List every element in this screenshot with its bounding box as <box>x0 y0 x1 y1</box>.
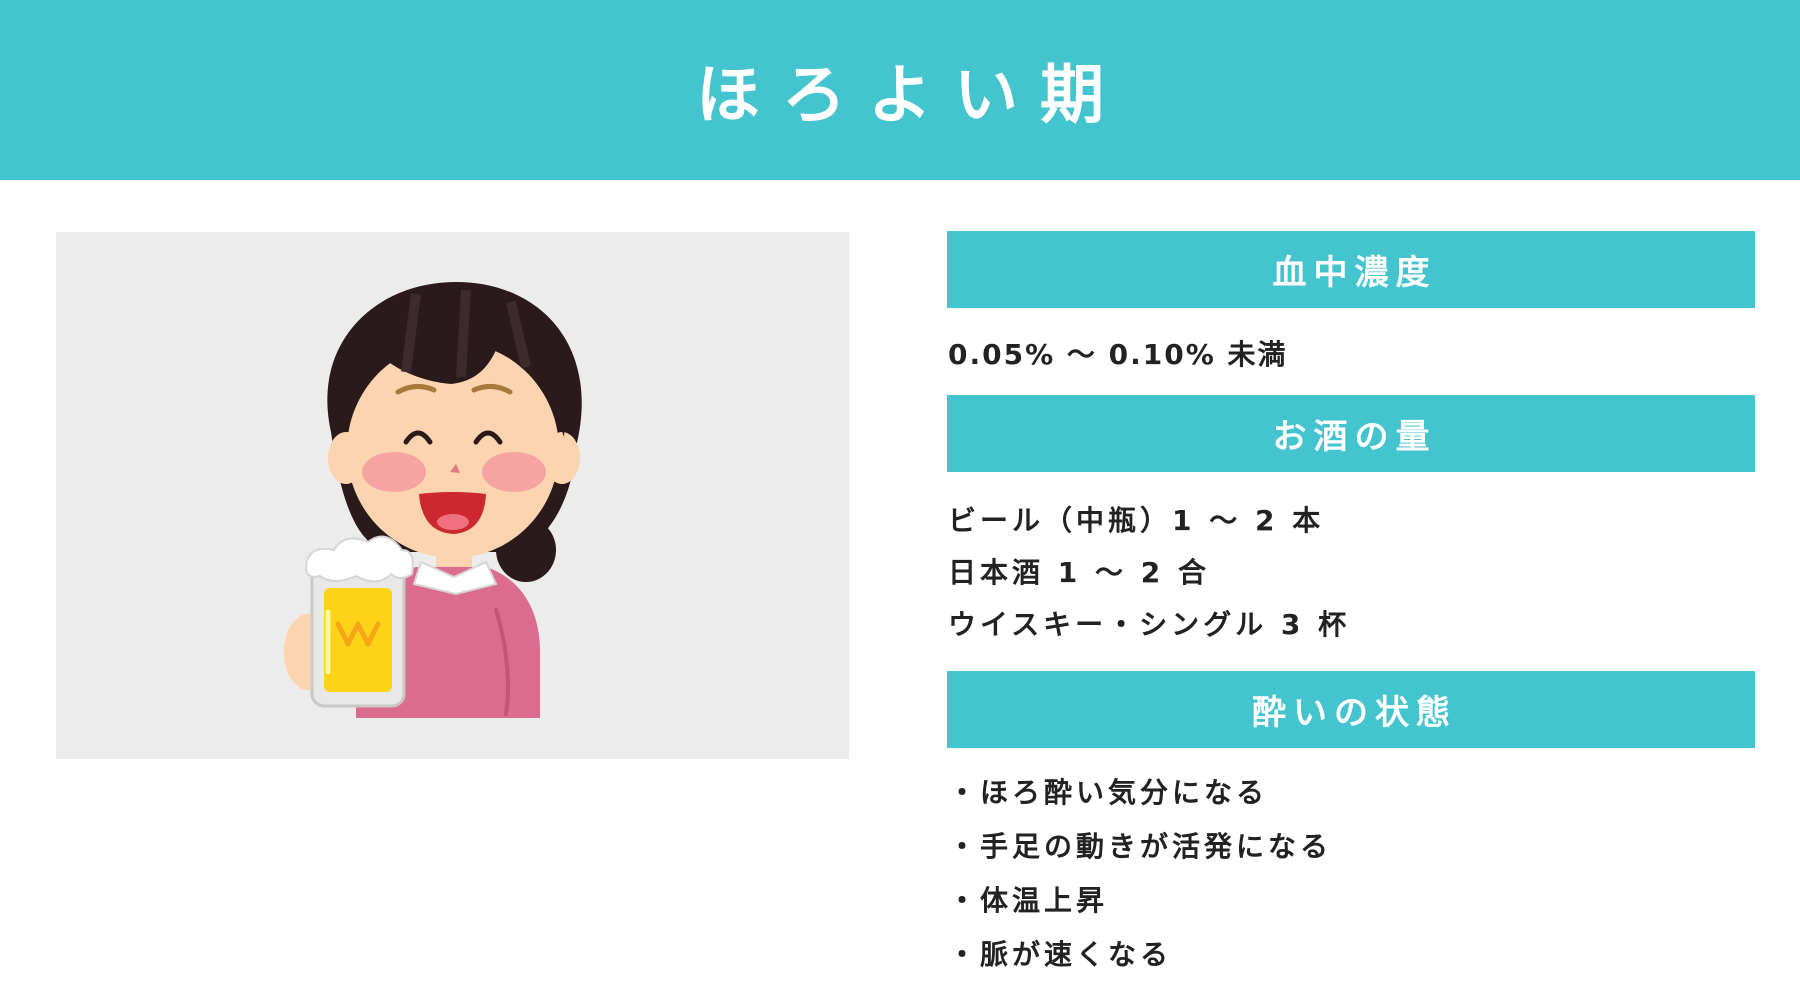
amount-item-beer: ビール（中瓶）1 〜 2 本 <box>948 504 1325 537</box>
amount-item-whisky: ウイスキー・シングル 3 杯 <box>948 608 1351 641</box>
beer-mug <box>304 535 414 708</box>
section-title-concentration: 血中濃度 <box>1272 253 1437 293</box>
section-header-concentration: 血中濃度 <box>947 231 1755 308</box>
illustration-panel <box>56 232 849 759</box>
page-title: ほろよい期 <box>696 59 1126 133</box>
state-item-pulse: ・脈が速くなる <box>948 938 1173 971</box>
right-cheek <box>482 452 546 492</box>
section-header-amount: お酒の量 <box>947 395 1755 472</box>
section-title-state: 酔いの状態 <box>1252 693 1457 733</box>
woman-holding-beer-mug-illustration <box>284 282 582 718</box>
left-cheek <box>362 452 426 492</box>
state-item-active-limbs: ・手足の動きが活発になる <box>948 830 1333 863</box>
state-item-body-temp: ・体温上昇 <box>948 884 1109 917</box>
concentration-value: 0.05% 〜 0.10% 未満 <box>948 338 1288 371</box>
amount-item-sake: 日本酒 1 〜 2 合 <box>948 556 1210 589</box>
section-header-state: 酔いの状態 <box>947 671 1755 748</box>
header-bar: ほろよい期 <box>0 0 1800 180</box>
slide: ほろよい期 血中濃度 0.05% 〜 0.10% 未満 お酒の量 ビール（中瓶）… <box>0 0 1800 1000</box>
state-item-tipsy: ・ほろ酔い気分になる <box>948 776 1269 809</box>
section-title-amount: お酒の量 <box>1272 417 1437 457</box>
